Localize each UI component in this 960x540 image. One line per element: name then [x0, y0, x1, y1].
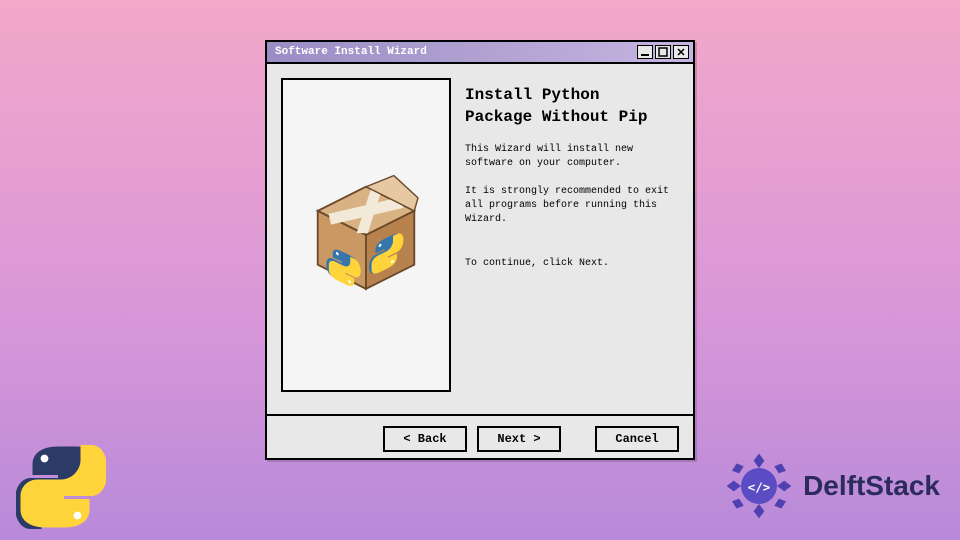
window-title: Software Install Wizard [271, 46, 637, 58]
heading-line-2: Package Without Pip [465, 106, 679, 128]
wizard-body-3: To continue, click Next. [465, 257, 679, 271]
wizard-footer: < Back Next > Cancel [267, 414, 693, 462]
delftstack-label: DelftStack [803, 470, 940, 502]
wizard-body-2: It is strongly recommended to exit all p… [465, 185, 679, 227]
svg-text:</>: </> [748, 479, 771, 494]
delftstack-logo-icon: </> [723, 450, 795, 522]
heading-line-1: Install Python [465, 84, 679, 106]
maximize-icon[interactable] [655, 45, 671, 59]
button-separator [571, 426, 585, 452]
minimize-icon[interactable] [637, 45, 653, 59]
titlebar-buttons [637, 45, 689, 59]
delftstack-brand: </> DelftStack [723, 450, 940, 522]
wizard-body-1: This Wizard will install new software on… [465, 143, 679, 171]
wizard-heading: Install Python Package Without Pip [465, 84, 679, 129]
python-logo-icon [16, 442, 106, 532]
package-box-icon [301, 170, 431, 300]
titlebar: Software Install Wizard [267, 42, 693, 64]
close-icon[interactable] [673, 45, 689, 59]
wizard-image-panel [281, 78, 451, 392]
back-button[interactable]: < Back [383, 426, 467, 452]
wizard-text-panel: Install Python Package Without Pip This … [465, 78, 679, 400]
next-button[interactable]: Next > [477, 426, 561, 452]
cancel-button[interactable]: Cancel [595, 426, 679, 452]
content-area: Install Python Package Without Pip This … [267, 64, 693, 414]
wizard-window: Software Install Wizard [265, 40, 695, 460]
